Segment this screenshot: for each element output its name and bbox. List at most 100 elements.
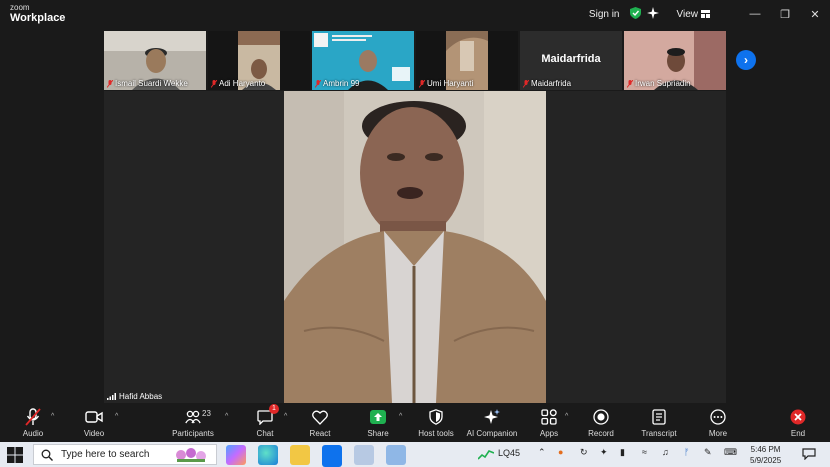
signal-bars-icon — [107, 393, 116, 400]
windows-taskbar: Type here to search LQ45 ⌃ ● ↻ ✦ ▮ ≈ ♫ ᚠ… — [0, 442, 830, 467]
sparkle-icon[interactable] — [646, 6, 659, 22]
shield-check-icon[interactable] — [629, 6, 641, 22]
participant-name-text: Umi Haryanti — [427, 79, 474, 88]
participants-count: 23 — [202, 409, 211, 418]
host-tools-button[interactable]: Host tools — [409, 408, 463, 438]
apps-icon — [541, 409, 557, 425]
participant-tile[interactable]: Ismail Suardi Wekke — [104, 31, 206, 90]
pen-tray-icon[interactable]: ✎ — [704, 447, 712, 458]
logo-top-text: zoom — [10, 3, 30, 12]
edge-browser-icon[interactable] — [258, 445, 278, 465]
stock-ticker-label[interactable]: LQ45 — [498, 448, 520, 458]
participant-tile[interactable]: Umi Haryanti — [416, 31, 518, 90]
logo-bottom-text: Workplace — [10, 12, 66, 24]
share-button[interactable]: Share — [351, 408, 405, 438]
participants-label: Participants — [172, 429, 214, 438]
participant-name-text: Adi Haryanto — [219, 79, 266, 88]
keyboard-icon[interactable]: ⌨ — [724, 447, 737, 458]
record-button[interactable]: Record — [574, 408, 628, 438]
more-button[interactable]: More — [691, 408, 745, 438]
taskbar-search-input[interactable]: Type here to search — [33, 444, 217, 465]
audio-label: Audio — [22, 429, 44, 438]
participant-name: Adi Haryanto — [211, 79, 265, 88]
bluetooth-icon[interactable]: ᚠ — [684, 447, 689, 457]
transcript-icon — [652, 409, 666, 425]
participant-name: Umi Haryanti — [419, 79, 473, 88]
volume-icon[interactable]: ♫ — [662, 447, 669, 457]
sparkle-tray-icon[interactable]: ✦ — [600, 447, 608, 458]
participants-icon — [185, 410, 201, 424]
shield-icon — [429, 409, 443, 425]
participant-name: Ismail Suardi Wekke — [107, 79, 188, 88]
battery-icon[interactable]: ▮ — [620, 447, 625, 458]
participants-button[interactable]: 23 Participants — [166, 408, 220, 438]
video-button[interactable]: Video — [67, 408, 121, 438]
windows-start-icon[interactable] — [7, 447, 23, 463]
wifi-icon[interactable]: ≈ — [642, 447, 647, 457]
speaker-video-feed — [284, 91, 546, 403]
heart-icon — [312, 410, 328, 425]
file-explorer-icon[interactable] — [290, 445, 310, 465]
end-meeting-button[interactable]: End — [771, 408, 825, 438]
participant-name-text: Ismail Suardi Wekke — [115, 79, 188, 88]
restore-icon[interactable]: ❐ — [770, 8, 800, 21]
mic-muted-icon — [211, 79, 217, 88]
ai-sparkle-icon — [484, 409, 500, 424]
mic-muted-icon — [627, 79, 633, 88]
app-tray-icon[interactable]: ● — [558, 447, 563, 457]
participant-name: Maidarfrida — [523, 79, 571, 88]
end-label: End — [790, 429, 806, 438]
title-bar: zoom Workplace Sign in View — ❐ ✕ — [0, 0, 830, 28]
speaker-name: Hafid Abbas — [119, 392, 163, 401]
sign-in-link[interactable]: Sign in — [589, 9, 620, 20]
transcript-label: Transcript — [641, 429, 677, 438]
notes-app-icon[interactable] — [386, 445, 406, 465]
transcript-button[interactable]: Transcript — [632, 408, 686, 438]
grid-view-icon — [701, 10, 710, 18]
gallery-strip: Ismail Suardi Wekke Adi Haryanto Ambrin … — [104, 31, 726, 90]
audio-options-caret-icon[interactable]: ^ — [51, 413, 54, 420]
share-options-caret-icon[interactable]: ^ — [399, 413, 402, 420]
search-highlight-flowers-icon — [176, 448, 206, 462]
share-label: Share — [367, 429, 389, 438]
more-label: More — [708, 429, 728, 438]
zoom-logo: zoom Workplace — [10, 4, 65, 24]
ai-companion-label: AI Companion — [466, 429, 518, 438]
zoom-app-icon[interactable] — [322, 445, 342, 465]
copilot-icon[interactable] — [226, 445, 246, 465]
active-speaker-video — [284, 91, 546, 403]
apps-options-caret-icon[interactable]: ^ — [565, 413, 568, 420]
end-call-icon — [790, 409, 806, 425]
clock-time: 5:46 PM — [750, 445, 781, 454]
react-label: React — [309, 429, 331, 438]
pen-app-icon[interactable] — [354, 445, 374, 465]
taskbar-clock[interactable]: 5:46 PM 5/9/2025 — [750, 444, 781, 466]
speaker-name-label: Hafid Abbas — [107, 392, 162, 401]
participant-tile[interactable]: Adi Haryanto — [208, 31, 310, 90]
notification-icon[interactable] — [802, 448, 816, 460]
participant-display-name: Maidarfrida — [541, 53, 601, 65]
zoom-meeting-window: zoom Workplace Sign in View — ❐ ✕ Ismail… — [0, 0, 830, 467]
minimize-icon[interactable]: — — [740, 8, 770, 20]
more-icon — [710, 409, 726, 425]
participants-options-caret-icon[interactable]: ^ — [225, 413, 228, 420]
close-icon[interactable]: ✕ — [800, 8, 830, 21]
participant-tile[interactable]: Irwan Supriadin — [624, 31, 726, 90]
chat-unread-badge: 1 — [269, 404, 279, 414]
sync-icon[interactable]: ↻ — [580, 447, 588, 458]
active-speaker-stage: Hafid Abbas — [104, 91, 726, 403]
video-options-caret-icon[interactable]: ^ — [115, 413, 118, 420]
chevron-up-icon[interactable]: ⌃ — [538, 447, 546, 458]
ai-companion-button[interactable]: AI Companion — [465, 408, 519, 438]
mic-muted-icon — [419, 79, 425, 88]
react-button[interactable]: React — [293, 408, 347, 438]
record-label: Record — [588, 429, 614, 438]
chevron-right-icon[interactable]: › — [736, 50, 756, 70]
record-icon — [593, 409, 609, 425]
participant-tile[interactable]: Ambrin 99 — [312, 31, 414, 90]
video-label: Video — [83, 429, 105, 438]
participant-tile[interactable]: Maidarfrida Maidarfrida — [520, 31, 622, 90]
view-button[interactable]: View — [677, 9, 710, 20]
participant-name-text: Maidarfrida — [531, 79, 572, 88]
chat-options-caret-icon[interactable]: ^ — [284, 413, 287, 420]
